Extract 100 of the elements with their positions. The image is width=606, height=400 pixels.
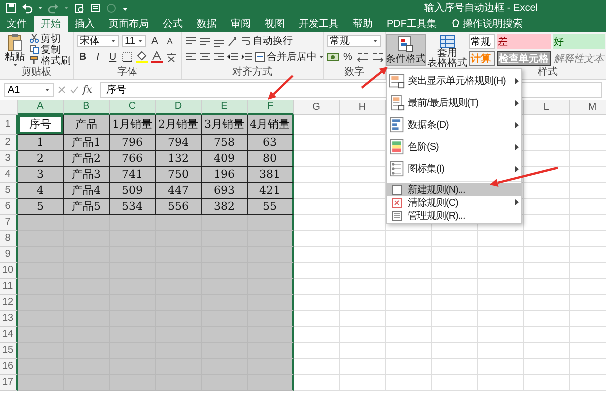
- column-header[interactable]: L: [524, 100, 570, 115]
- grow-font-button[interactable]: A: [149, 36, 161, 46]
- align-right-icon: [213, 52, 225, 62]
- column-header[interactable]: D: [156, 100, 202, 115]
- column-header[interactable]: M: [570, 100, 606, 115]
- cell-style-option[interactable]: 解释性文本: [553, 51, 605, 66]
- table-cell: 2: [18, 151, 64, 167]
- row-header[interactable]: 1: [0, 115, 18, 135]
- shrink-font-button[interactable]: A: [164, 36, 176, 46]
- ribbon-tab[interactable]: 插入: [68, 16, 102, 32]
- menu-item[interactable]: 管理规则(R)...: [387, 209, 521, 222]
- annotation-arrow: [490, 166, 558, 187]
- menu-item[interactable]: 色阶(S): [387, 136, 521, 158]
- merge-center-button[interactable]: 合并后居中: [255, 52, 323, 62]
- row-header[interactable]: 8: [0, 231, 18, 247]
- table-cell: 产品: [64, 115, 110, 135]
- paste-button[interactable]: 粘贴: [3, 33, 27, 67]
- name-box[interactable]: A1: [4, 83, 54, 97]
- table-cell: 381: [248, 167, 294, 183]
- border-icon[interactable]: [122, 52, 133, 62]
- window-title: 输入序号自动边框 - Excel: [424, 2, 538, 15]
- row-header[interactable]: 13: [0, 311, 18, 327]
- ribbon-tab[interactable]: 视图: [258, 16, 292, 32]
- percent-button[interactable]: %: [342, 52, 354, 62]
- row-header[interactable]: 5: [0, 183, 18, 199]
- group-label: 剪贴板: [20, 67, 52, 79]
- tell-me-search[interactable]: 操作说明搜索: [463, 17, 523, 31]
- font-size-field[interactable]: 11: [122, 35, 146, 47]
- menu-item[interactable]: 清除规则(C): [387, 196, 521, 209]
- format-button[interactable]: I: [92, 52, 104, 62]
- format-painter-button[interactable]: 格式刷: [30, 55, 71, 66]
- wrap-text-button[interactable]: 自动换行: [241, 36, 293, 46]
- table-cell: 534: [110, 199, 156, 215]
- row-header[interactable]: 3: [0, 151, 18, 167]
- top-bottom-rules-icon: [389, 95, 405, 111]
- save-icon[interactable]: [6, 2, 17, 14]
- cell-style-option[interactable]: 常规: [469, 34, 495, 49]
- row-header[interactable]: 11: [0, 279, 18, 295]
- menu-item[interactable]: 新建规则(N)...: [387, 183, 521, 196]
- font-name-field[interactable]: 宋体: [77, 35, 119, 47]
- row-header[interactable]: 2: [0, 135, 18, 151]
- table-cell: 794: [156, 135, 202, 151]
- table-cell: 55: [248, 199, 294, 215]
- row-header[interactable]: 6: [0, 199, 18, 215]
- cell-style-option[interactable]: 差: [497, 34, 551, 49]
- row-header[interactable]: 15: [0, 343, 18, 359]
- table-cell: 421: [248, 183, 294, 199]
- ribbon-tab[interactable]: 审阅: [224, 16, 258, 32]
- ribbon-tab[interactable]: 公式: [156, 16, 190, 32]
- format-as-table-button[interactable]: 套用 表格格式: [427, 34, 468, 67]
- orientation-icon[interactable]: [227, 36, 239, 46]
- group-label: 对齐方式: [232, 67, 274, 79]
- accounting-icon[interactable]: [327, 52, 339, 62]
- column-header[interactable]: A: [18, 100, 64, 115]
- insert-function-button[interactable]: fx: [83, 84, 92, 96]
- print-preview-icon[interactable]: [74, 2, 85, 14]
- table-cell: 产品3: [64, 167, 110, 183]
- copy-button[interactable]: 复制: [30, 44, 71, 55]
- ribbon-tab[interactable]: 文件: [0, 16, 34, 32]
- caret-icon: [64, 6, 69, 10]
- ribbon-tab[interactable]: 数据: [190, 16, 224, 32]
- number-format-field[interactable]: 常规: [327, 35, 381, 47]
- column-header[interactable]: G: [294, 100, 340, 115]
- column-header[interactable]: F: [248, 100, 294, 115]
- row-header[interactable]: 7: [0, 215, 18, 231]
- table-cell: 4月销量: [248, 115, 294, 135]
- undo-icon[interactable]: [22, 2, 33, 14]
- table-format-icon: [440, 35, 456, 49]
- ribbon-tab[interactable]: 开发工具: [292, 16, 346, 32]
- ribbon-tab[interactable]: 页面布局: [102, 16, 156, 32]
- fill-color-icon[interactable]: [136, 51, 148, 63]
- column-header[interactable]: C: [110, 100, 156, 115]
- annotation-arrow: [268, 75, 294, 100]
- row-header[interactable]: 9: [0, 247, 18, 263]
- format-button[interactable]: U: [107, 52, 119, 62]
- font-color-icon[interactable]: [151, 51, 163, 63]
- row-header[interactable]: 4: [0, 167, 18, 183]
- table-cell: 693: [202, 183, 248, 199]
- cut-button[interactable]: 剪切: [30, 33, 71, 44]
- column-header[interactable]: H: [340, 100, 386, 115]
- form-icon[interactable]: [90, 2, 101, 14]
- table-cell: 2月销量: [156, 115, 202, 135]
- column-header[interactable]: E: [202, 100, 248, 115]
- row-header[interactable]: 17: [0, 375, 18, 391]
- column-header[interactable]: B: [64, 100, 110, 115]
- conditional-formatting-button[interactable]: 条件格式: [386, 34, 426, 66]
- ribbon-tab[interactable]: PDF工具集: [380, 16, 444, 32]
- ribbon-tab[interactable]: 帮助: [346, 16, 380, 32]
- wrap-icon: [241, 36, 251, 46]
- decrease-decimal-icon[interactable]: [372, 52, 384, 62]
- ribbon-tab[interactable]: 开始: [34, 16, 68, 32]
- row-header[interactable]: 14: [0, 327, 18, 343]
- row-header[interactable]: 10: [0, 263, 18, 279]
- menu-item[interactable]: 数据条(D): [387, 114, 521, 136]
- increase-decimal-icon[interactable]: [357, 52, 369, 62]
- menu-item[interactable]: 图标集(I): [387, 158, 521, 180]
- row-header[interactable]: 16: [0, 359, 18, 375]
- row-header[interactable]: 12: [0, 295, 18, 311]
- cell-style-option[interactable]: 好: [553, 34, 605, 49]
- format-button[interactable]: B: [77, 52, 89, 62]
